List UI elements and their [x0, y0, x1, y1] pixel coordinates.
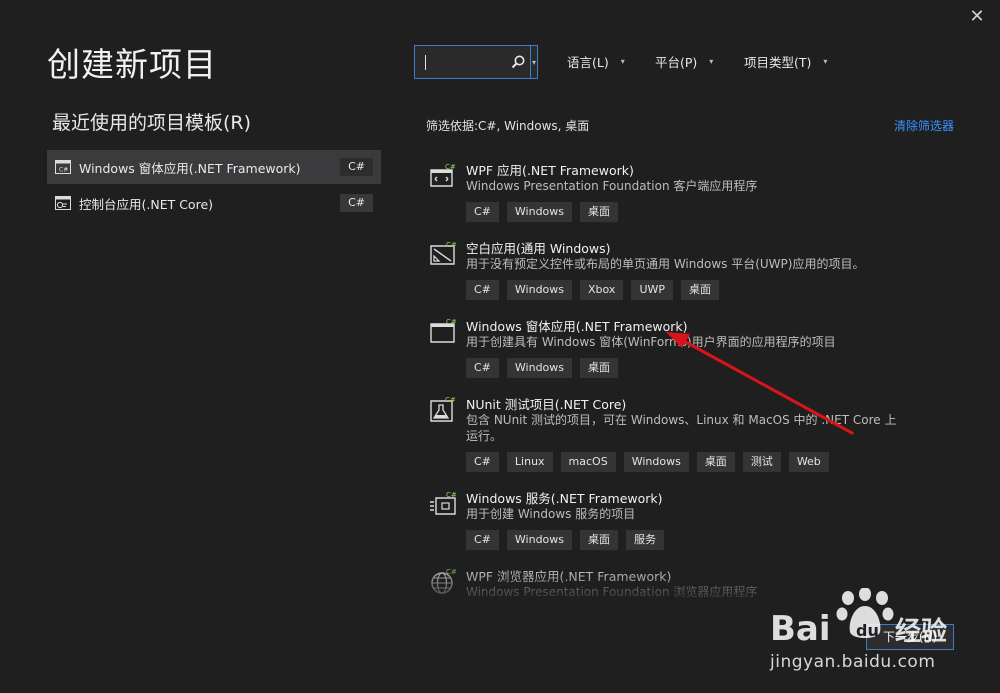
tag: Xbox: [580, 280, 624, 300]
next-button[interactable]: 下一步(N): [866, 624, 954, 650]
template-description: 用于创建 Windows 服务的项目: [466, 507, 636, 521]
tag: C#: [466, 358, 499, 378]
search-icon[interactable]: [510, 54, 526, 70]
chevron-down-icon: ▾: [823, 57, 828, 66]
template-description: Windows Presentation Foundation 客户端应用程序: [466, 179, 758, 193]
svg-text:C#: C#: [446, 318, 457, 326]
svg-text:C#: C#: [59, 167, 68, 174]
template-tags: C# Linux macOS Windows 桌面 测试 Web: [466, 452, 837, 472]
close-button[interactable]: ✕: [966, 6, 988, 28]
language-filter-dropdown[interactable]: 语言(L) ▾: [567, 52, 625, 71]
template-search-box[interactable]: ▾: [414, 45, 538, 79]
project-type-filter-label: 项目类型(T): [744, 55, 812, 70]
recent-item-label: 控制台应用(.NET Core): [79, 196, 214, 212]
chevron-down-icon: ▾: [709, 57, 714, 66]
tag: 桌面: [580, 530, 619, 550]
tag: Windows: [506, 202, 573, 222]
platform-filter-label: 平台(P): [655, 55, 698, 70]
search-history-dropdown[interactable]: ▾: [530, 46, 538, 78]
tag: Windows: [506, 530, 573, 550]
project-type-filter-dropdown[interactable]: 项目类型(T) ▾: [744, 52, 827, 71]
clear-filters-link[interactable]: 清除筛选器: [894, 117, 954, 134]
template-tags: C# Windows 桌面 服务: [466, 530, 672, 550]
tag: C#: [466, 452, 499, 472]
recent-item-console[interactable]: 控制台应用(.NET Core) C#: [47, 186, 381, 220]
flask-test-icon: C#: [430, 396, 456, 422]
tag: 桌面: [580, 358, 619, 378]
recent-item-label: Windows 窗体应用(.NET Framework): [79, 160, 301, 176]
svg-text:C#: C#: [446, 241, 457, 249]
template-tags: C# Windows 桌面: [466, 358, 626, 378]
template-description: 用于创建具有 Windows 窗体(WinForms)用户界面的应用程序的项目: [466, 335, 836, 349]
winforms-icon: C#: [430, 318, 457, 343]
svg-text:Bai: Bai: [770, 609, 831, 649]
template-title: NUnit 测试项目(.NET Core): [466, 397, 627, 412]
globe-browser-icon: C#: [431, 568, 457, 594]
tag: C#: [466, 202, 499, 222]
chevron-down-icon: ▾: [532, 58, 537, 67]
chevron-down-icon: ▾: [620, 57, 625, 66]
svg-text:C#: C#: [445, 396, 456, 404]
platform-filter-dropdown[interactable]: 平台(P) ▾: [655, 52, 713, 71]
template-title: 空白应用(通用 Windows): [466, 241, 611, 256]
console-icon: [55, 196, 71, 210]
blank-uwp-icon: C#: [430, 241, 457, 265]
page-title: 创建新项目: [47, 45, 217, 84]
tag: UWP: [631, 280, 673, 300]
tag: 桌面: [681, 280, 719, 300]
winforms-icon: C#: [55, 160, 71, 174]
close-icon: ✕: [969, 6, 985, 27]
svg-text:C#: C#: [446, 568, 457, 576]
language-filter-label: 语言(L): [567, 55, 609, 70]
svg-text:C#: C#: [445, 163, 456, 171]
tag: 测试: [742, 452, 781, 472]
language-badge: C#: [340, 194, 373, 212]
filter-summary: 筛选依据:C#, Windows, 桌面: [426, 119, 590, 133]
tag: Windows: [506, 280, 573, 300]
tag: 服务: [626, 530, 665, 550]
template-description: 包含 NUnit 测试的项目，可在 Windows、Linux 和 MacOS …: [466, 413, 897, 443]
template-tags: C# Windows 桌面: [466, 202, 626, 222]
tag: macOS: [560, 452, 616, 472]
svg-text:C#: C#: [446, 491, 457, 499]
wpf-app-icon: C#: [430, 163, 456, 187]
language-badge: C#: [340, 158, 373, 176]
tag: C#: [466, 530, 499, 550]
tag: Linux: [506, 452, 553, 472]
text-caret: [425, 55, 426, 70]
recent-item-winforms[interactable]: C# Windows 窗体应用(.NET Framework) C#: [47, 150, 381, 184]
search-input[interactable]: [429, 52, 509, 72]
watermark-url: jingyan.baidu.com: [770, 652, 936, 672]
tag: C#: [466, 280, 499, 300]
template-title: Windows 窗体应用(.NET Framework): [466, 319, 688, 334]
template-tags: C# Windows Xbox UWP 桌面: [466, 280, 727, 300]
template-description: 用于没有预定义控件或布局的单页通用 Windows 平台(UWP)应用的项目。: [466, 257, 865, 271]
tag: Web: [788, 452, 829, 472]
recent-templates-heading: 最近使用的项目模板(R): [52, 112, 252, 134]
windows-service-icon: C#: [430, 491, 457, 515]
tag: 桌面: [696, 452, 735, 472]
template-list: C# WPF 应用(.NET Framework) Windows Presen…: [426, 158, 906, 598]
template-title: WPF 应用(.NET Framework): [466, 163, 634, 178]
template-description: Windows Presentation Foundation 浏览器应用程序: [466, 585, 758, 598]
tag: Windows: [506, 358, 573, 378]
tag: Windows: [623, 452, 689, 472]
template-title: WPF 浏览器应用(.NET Framework): [466, 569, 672, 584]
tag: 桌面: [580, 202, 619, 222]
template-title: Windows 服务(.NET Framework): [466, 491, 663, 506]
recent-templates-list: C# Windows 窗体应用(.NET Framework) C# 控制台应用…: [47, 150, 381, 222]
